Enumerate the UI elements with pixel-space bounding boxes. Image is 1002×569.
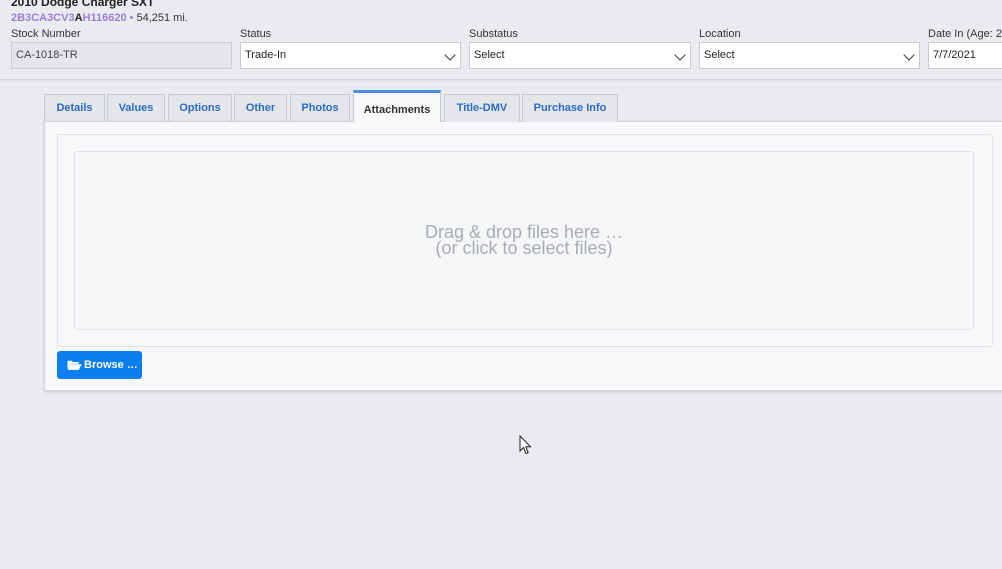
tab-title-dmv[interactable]: Title-DMV <box>444 94 520 122</box>
vin-part-3: H116620 <box>82 12 127 24</box>
browse-button-label: Browse … <box>84 359 138 371</box>
date-in-value: 7/7/2021 <box>933 49 976 61</box>
vin-part-2: A <box>74 12 83 24</box>
status-select[interactable]: Trade-In <box>240 42 461 69</box>
tab-other[interactable]: Other <box>234 94 287 122</box>
separator-dot: • <box>129 12 134 24</box>
vehicle-subtitle: 2B3CA3CV3AH116620 • 54,251 mi. <box>11 12 188 24</box>
vin-part-1: 2B3CA3CV3 <box>11 12 75 24</box>
folder-open-icon <box>67 360 82 370</box>
vehicle-title: 2010 Dodge Charger SXT <box>11 0 155 9</box>
chevron-down-icon <box>444 49 456 61</box>
date-in-label: Date In (Age: 2 <box>928 28 1002 40</box>
browse-button[interactable]: Browse … <box>57 351 142 379</box>
dropzone-text-line2: (or click to select files) <box>435 238 613 258</box>
stock-number-value: CA-1018-TR <box>16 49 78 61</box>
mouse-cursor-icon <box>519 435 532 455</box>
status-value: Trade-In <box>245 49 287 61</box>
chevron-down-icon <box>903 49 915 61</box>
tab-attachments[interactable]: Attachments <box>353 90 441 122</box>
substatus-select[interactable]: Select <box>469 42 691 69</box>
tab-details[interactable]: Details <box>44 94 105 122</box>
status-label: Status <box>240 28 272 40</box>
location-label: Location <box>699 28 741 40</box>
location-value: Select <box>704 49 735 61</box>
chevron-down-icon <box>674 49 686 61</box>
stock-number-label: Stock Number <box>11 28 81 40</box>
tab-values[interactable]: Values <box>107 94 165 122</box>
tab-photos[interactable]: Photos <box>290 94 350 122</box>
tab-purchase-info[interactable]: Purchase Info <box>522 94 618 122</box>
substatus-label: Substatus <box>469 28 518 40</box>
mileage: 54,251 mi. <box>136 12 188 24</box>
date-in-field[interactable]: 7/7/2021 <box>928 42 1002 69</box>
tab-options[interactable]: Options <box>168 94 232 122</box>
location-select[interactable]: Select <box>699 42 920 69</box>
substatus-value: Select <box>474 49 505 61</box>
stock-number-field[interactable]: CA-1018-TR <box>11 42 232 69</box>
vehicle-header: 2010 Dodge Charger SXT 2B3CA3CV3AH116620… <box>0 0 1002 80</box>
